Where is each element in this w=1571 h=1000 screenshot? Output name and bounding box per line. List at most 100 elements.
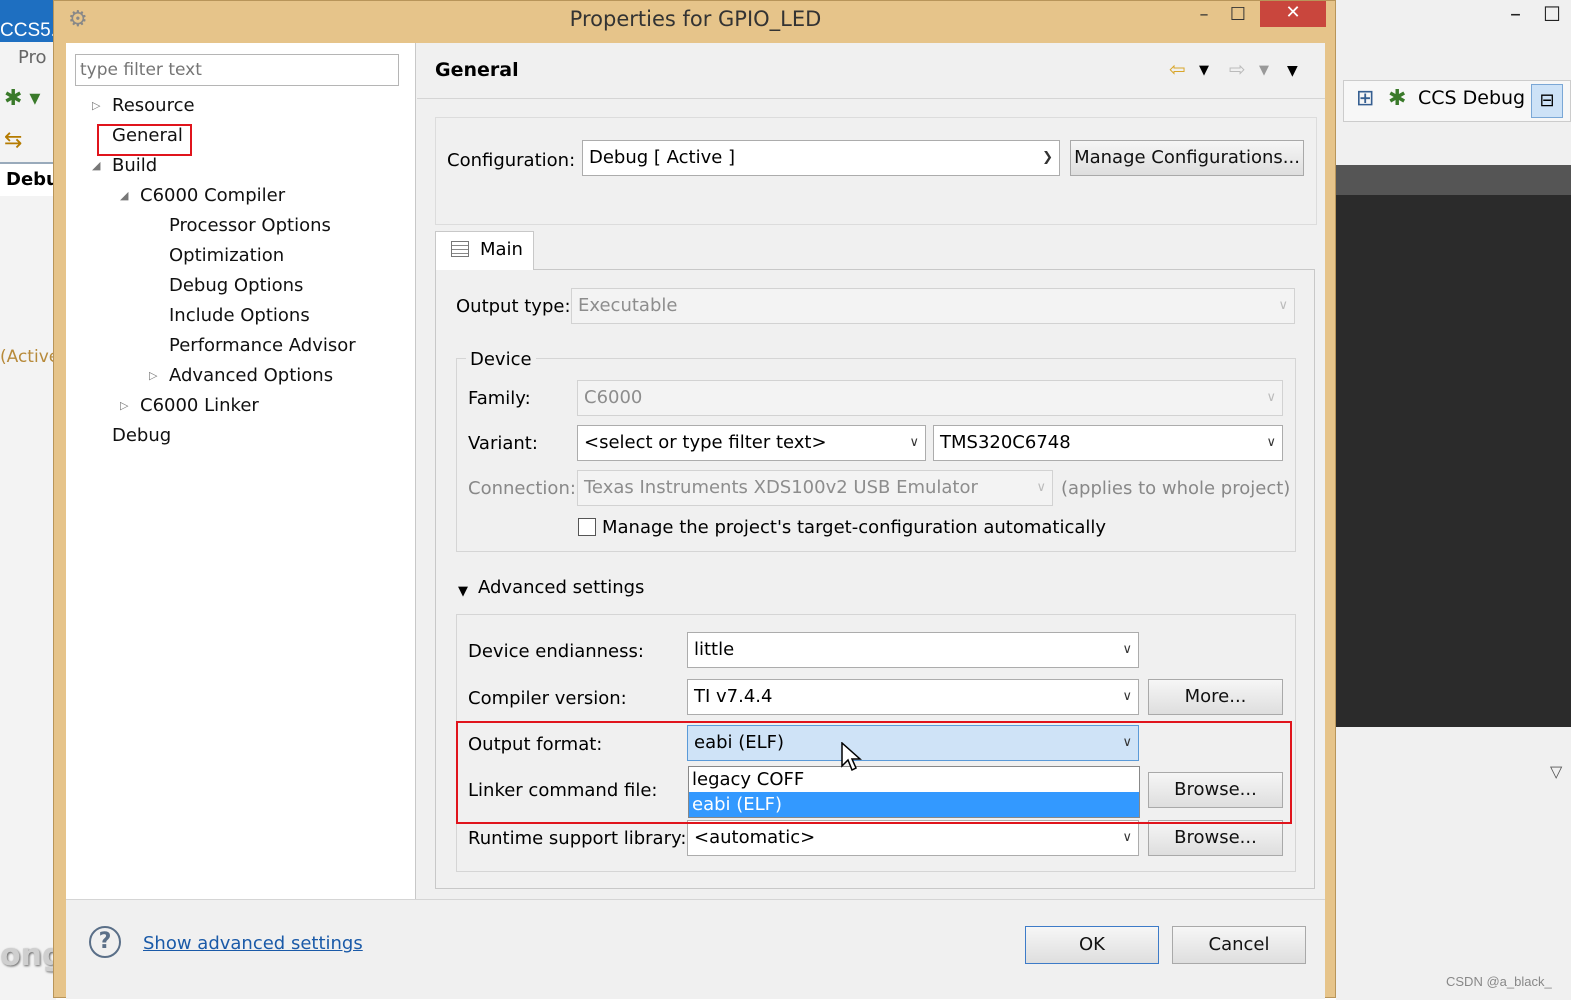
- chevron-down-icon: ∨: [1122, 689, 1132, 704]
- tree-item[interactable]: Processor Options: [169, 212, 331, 240]
- filter-input[interactable]: [75, 54, 399, 86]
- bug-icon[interactable]: ✱ ▾: [4, 86, 56, 118]
- tab-main-label: Main: [480, 239, 523, 260]
- manage-target-config-label: Manage the project's target-configuratio…: [602, 517, 1107, 538]
- compiler-version-label: Compiler version:: [468, 688, 627, 709]
- expand-arrow-icon[interactable]: ▷: [120, 392, 128, 420]
- maximize-icon[interactable]: ☐: [1224, 4, 1252, 30]
- compiler-version-value: TI v7.4.4: [694, 686, 773, 707]
- title-bar[interactable]: ⚙ Properties for GPIO_LED – ☐ ✕: [54, 1, 1337, 41]
- manage-configurations-button[interactable]: Manage Configurations...: [1070, 140, 1304, 176]
- configuration-value: Debug [ Active ]: [589, 147, 736, 168]
- collapse-arrow-icon[interactable]: ◢: [120, 182, 128, 210]
- properties-dialog: ⚙ Properties for GPIO_LED – ☐ ✕ ▷ Resourc…: [53, 0, 1337, 999]
- dropdown-option[interactable]: eabi (ELF): [689, 792, 1139, 817]
- device-legend: Device: [466, 349, 536, 370]
- background-active-label: (Active: [0, 347, 60, 367]
- chevron-down-icon: ∨: [1036, 480, 1046, 495]
- tree-item[interactable]: Debug Options: [169, 272, 303, 300]
- compiler-version-select[interactable]: TI v7.4.4 ∨: [687, 679, 1139, 715]
- mouse-cursor-icon: [841, 742, 862, 772]
- chevron-down-icon: ∨: [909, 435, 919, 450]
- expand-arrow-icon[interactable]: ▷: [149, 362, 157, 390]
- ok-button[interactable]: OK: [1025, 926, 1159, 964]
- connection-note: (applies to whole project): [1061, 478, 1291, 499]
- forward-arrow-icon[interactable]: ⇨: [1229, 57, 1246, 81]
- dropdown-option[interactable]: legacy COFF: [689, 767, 1139, 792]
- output-type-label: Output type:: [456, 296, 571, 317]
- cancel-button[interactable]: Cancel: [1172, 926, 1306, 964]
- page-title: General: [435, 59, 519, 81]
- collapse-arrow-icon[interactable]: ▼: [458, 584, 468, 599]
- tree-item[interactable]: Performance Advisor: [169, 332, 356, 360]
- more-button[interactable]: More...: [1148, 679, 1283, 715]
- sync-icon[interactable]: ⇆: [4, 128, 56, 158]
- view-menu-icon[interactable]: ▼: [1287, 63, 1298, 79]
- chevron-down-icon: ∨: [1122, 642, 1132, 657]
- connection-select: Texas Instruments XDS100v2 USB Emulator …: [577, 470, 1053, 506]
- chevron-down-icon[interactable]: ▽: [1550, 762, 1562, 781]
- collapse-arrow-icon[interactable]: ◢: [92, 152, 100, 180]
- tree-item[interactable]: Advanced Options: [169, 362, 333, 390]
- back-dropdown-icon[interactable]: ▼: [1199, 63, 1209, 78]
- open-perspective-icon[interactable]: ⊞: [1356, 86, 1374, 111]
- chevron-down-icon: ∨: [1278, 298, 1288, 313]
- chevron-down-icon: ∨: [1266, 435, 1276, 450]
- tree-item[interactable]: Build: [112, 152, 157, 180]
- chevron-down-icon: ∨: [1266, 390, 1276, 405]
- ccs-debug-icon: ✱: [1388, 86, 1407, 111]
- connection-value: Texas Instruments XDS100v2 USB Emulator: [584, 477, 978, 498]
- watermark: CSDN @a_black_: [1446, 974, 1552, 989]
- background-window-title: CCS5.5): [0, 0, 56, 42]
- close-icon[interactable]: ✕: [1260, 1, 1326, 27]
- dialog-title: Properties for GPIO_LED: [569, 7, 822, 31]
- family-label: Family:: [468, 388, 531, 409]
- minimize-icon[interactable]: –: [1190, 4, 1218, 30]
- variant-filter-value: <select or type filter text>: [584, 432, 827, 453]
- runtime-library-select[interactable]: <automatic> ∨: [687, 820, 1139, 856]
- advanced-settings-header[interactable]: Advanced settings: [478, 577, 644, 598]
- tab-main-body: Output type: Executable ∨ Device Family:…: [435, 269, 1315, 889]
- output-type-select: Executable ∨: [571, 288, 1295, 324]
- variant-label: Variant:: [468, 433, 538, 454]
- family-select: C6000 ∨: [577, 380, 1283, 416]
- background-menu-fragment: Pro: [18, 47, 47, 68]
- background-maximize-icon[interactable]: ☐: [1543, 2, 1561, 26]
- forward-dropdown-icon[interactable]: ▼: [1259, 63, 1269, 78]
- background-minimize-icon[interactable]: –: [1510, 2, 1521, 27]
- tree-item[interactable]: Resource: [112, 92, 195, 120]
- variant-select[interactable]: TMS320C6748 ∨: [933, 425, 1283, 461]
- expand-arrow-icon[interactable]: ▷: [92, 92, 100, 120]
- dialog-footer: ? Show advanced settings OK Cancel: [66, 899, 1325, 999]
- help-icon[interactable]: ?: [89, 926, 121, 958]
- configuration-select[interactable]: Debug [ Active ] ❯: [582, 140, 1060, 176]
- perspective-toggle-icon[interactable]: ⊟: [1531, 84, 1563, 118]
- back-arrow-icon[interactable]: ⇦: [1169, 57, 1186, 81]
- tree-item[interactable]: C6000 Linker: [140, 392, 259, 420]
- show-advanced-settings-link[interactable]: Show advanced settings: [143, 933, 363, 954]
- family-value: C6000: [584, 387, 643, 408]
- chevron-down-icon: ∨: [1122, 830, 1132, 845]
- tree-item[interactable]: Optimization: [169, 242, 284, 270]
- endianness-select[interactable]: little ∨: [687, 632, 1139, 668]
- page-header: General ⇦ ▼ ⇨ ▼ ▼: [417, 43, 1325, 99]
- runtime-library-value: <automatic>: [694, 827, 816, 848]
- tab-main[interactable]: Main: [435, 231, 534, 270]
- tree-item[interactable]: C6000 Compiler: [140, 182, 285, 210]
- manage-target-config-checkbox[interactable]: [578, 518, 596, 536]
- output-format-dropdown: legacy COFF eabi (ELF): [688, 766, 1140, 818]
- variant-filter-select[interactable]: <select or type filter text> ∨: [577, 425, 926, 461]
- runtime-browse-button[interactable]: Browse...: [1148, 820, 1283, 856]
- endianness-value: little: [694, 639, 735, 660]
- tree-item[interactable]: Debug: [112, 422, 171, 450]
- runtime-library-label: Runtime support library:: [468, 828, 687, 849]
- background-debug-tab[interactable]: Debu: [0, 162, 56, 196]
- perspective-label[interactable]: CCS Debug: [1418, 87, 1525, 109]
- general-highlight-box: [97, 124, 192, 156]
- connection-label: Connection:: [468, 478, 576, 499]
- property-page: General ⇦ ▼ ⇨ ▼ ▼ Configuration: Debug […: [417, 43, 1325, 899]
- tree-item[interactable]: Include Options: [169, 302, 310, 330]
- endianness-label: Device endianness:: [468, 641, 644, 662]
- dialog-client: ▷ResourceGeneral◢Build◢C6000 CompilerPro…: [66, 43, 1325, 999]
- table-icon: [451, 241, 469, 257]
